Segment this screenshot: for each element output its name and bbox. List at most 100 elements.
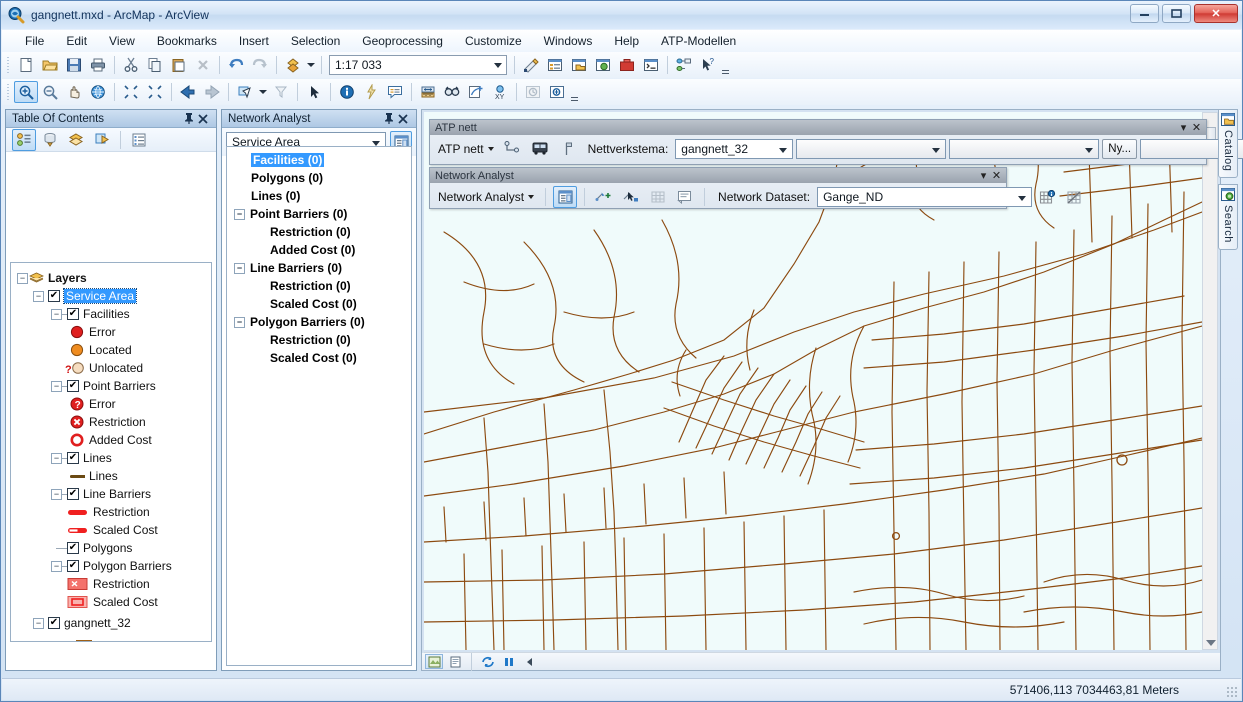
resize-grip-icon[interactable] bbox=[1226, 686, 1238, 698]
na-item-polygons[interactable]: Polygons (0) bbox=[229, 169, 409, 187]
select-network-location-icon[interactable] bbox=[619, 186, 643, 208]
zoom-out-icon[interactable] bbox=[38, 81, 62, 103]
pause-icon[interactable] bbox=[500, 654, 518, 669]
find-icon[interactable] bbox=[440, 81, 464, 103]
network-dataset-combo[interactable]: Gange_ND bbox=[817, 187, 1033, 207]
atp-nett-toolbar-header[interactable]: ATP nett ▾ ✕ bbox=[430, 120, 1206, 135]
menu-item-atp-modellen[interactable]: ATP-Modellen bbox=[650, 31, 747, 51]
toc-item-lb-restriction[interactable]: Restriction bbox=[13, 503, 209, 521]
time-slider-icon[interactable] bbox=[521, 81, 545, 103]
network-analyst-class-list[interactable]: Facilities (0) Polygons (0) Lines (0) − … bbox=[226, 146, 412, 666]
chevron-down-icon[interactable] bbox=[487, 147, 494, 151]
model-builder-icon[interactable] bbox=[672, 54, 696, 76]
chevron-down-icon[interactable] bbox=[932, 148, 941, 153]
menu-item-bookmarks[interactable]: Bookmarks bbox=[146, 31, 228, 51]
network-node-icon[interactable] bbox=[501, 138, 525, 160]
chevron-down-icon[interactable] bbox=[494, 63, 502, 68]
toc-item-lines-symbol[interactable]: Lines bbox=[13, 467, 209, 485]
na-item-pb-added-cost[interactable]: Added Cost (0) bbox=[229, 241, 409, 259]
directions-window-icon[interactable] bbox=[673, 186, 697, 208]
toc-checkbox-lines[interactable]: ✔ bbox=[67, 452, 79, 464]
editor-toolbar-icon[interactable] bbox=[519, 54, 543, 76]
save-icon[interactable] bbox=[62, 54, 86, 76]
menu-item-customize[interactable]: Customize bbox=[454, 31, 533, 51]
na-item-line-barriers[interactable]: − Line Barriers (0) bbox=[229, 259, 409, 277]
expander-icon[interactable]: − bbox=[33, 290, 44, 302]
toc-item-gangnett32[interactable]: − ✔ gangnett_32 bbox=[13, 614, 209, 632]
toc-item-gb-restriction[interactable]: Restriction bbox=[13, 575, 209, 593]
toc-item-layers[interactable]: − Layers bbox=[13, 269, 209, 287]
copy-icon[interactable] bbox=[143, 54, 167, 76]
toc-checkbox-service-area[interactable]: ✔ bbox=[48, 290, 60, 302]
network-analyst-window-icon[interactable] bbox=[553, 186, 578, 208]
menu-item-view[interactable]: View bbox=[98, 31, 146, 51]
chevron-down-icon[interactable] bbox=[1018, 196, 1027, 201]
layout-view-icon[interactable] bbox=[446, 654, 464, 669]
python-window-icon[interactable] bbox=[639, 54, 663, 76]
toc-checkbox-point-barriers[interactable]: ✔ bbox=[67, 380, 79, 392]
select-elements-icon[interactable] bbox=[302, 81, 326, 103]
toolbar-grip[interactable] bbox=[5, 82, 12, 102]
chevron-down-icon[interactable]: ▾ bbox=[977, 169, 990, 182]
menu-item-help[interactable]: Help bbox=[603, 31, 650, 51]
toc-checkbox-line-barriers[interactable]: ✔ bbox=[67, 488, 79, 500]
bus-icon[interactable] bbox=[528, 138, 552, 160]
search-window-icon[interactable] bbox=[591, 54, 615, 76]
create-network-location-icon[interactable] bbox=[592, 186, 616, 208]
add-data-dropdown-arrow[interactable] bbox=[305, 54, 317, 76]
toc-item-line-barriers[interactable]: − ✔ Line Barriers bbox=[13, 485, 209, 503]
help-pointer-icon[interactable]: ? bbox=[696, 54, 720, 76]
chevron-down-icon[interactable] bbox=[1085, 148, 1094, 153]
arctoolbox-icon[interactable] bbox=[615, 54, 639, 76]
refresh-icon[interactable] bbox=[479, 654, 497, 669]
toc-item-facilities-unlocated[interactable]: ? Unlocated bbox=[13, 359, 209, 377]
atp-combo-2[interactable] bbox=[796, 139, 947, 159]
expander-icon[interactable]: − bbox=[51, 560, 62, 572]
expander-icon[interactable]: − bbox=[51, 308, 62, 320]
html-popup-icon[interactable] bbox=[383, 81, 407, 103]
menu-item-file[interactable]: File bbox=[14, 31, 55, 51]
menu-item-windows[interactable]: Windows bbox=[533, 31, 604, 51]
close-icon[interactable]: ✕ bbox=[990, 169, 1003, 182]
redo-icon[interactable] bbox=[248, 54, 272, 76]
expander-icon[interactable]: − bbox=[51, 452, 62, 464]
toc-checkbox-polygons[interactable]: ✔ bbox=[67, 542, 79, 554]
build-entire-network-icon[interactable] bbox=[646, 186, 670, 208]
network-identify-icon[interactable] bbox=[1035, 186, 1059, 208]
stop-flag-icon[interactable] bbox=[555, 138, 579, 160]
scale-combo[interactable]: 1:17 033 bbox=[329, 55, 507, 75]
chevron-down-icon[interactable] bbox=[779, 148, 788, 153]
list-by-selection-icon[interactable] bbox=[90, 129, 114, 151]
undo-icon[interactable] bbox=[224, 54, 248, 76]
toc-item-pb-error[interactable]: ? Error bbox=[13, 395, 209, 413]
list-by-drawing-order-icon[interactable] bbox=[12, 128, 36, 151]
zoom-in-icon[interactable] bbox=[14, 81, 38, 103]
maximize-button[interactable] bbox=[1162, 4, 1191, 23]
toc-item-point-barriers[interactable]: − ✔ Point Barriers bbox=[13, 377, 209, 395]
na-item-polygon-barriers[interactable]: − Polygon Barriers (0) bbox=[229, 313, 409, 331]
options-icon[interactable] bbox=[127, 129, 151, 151]
open-folder-icon[interactable] bbox=[38, 54, 62, 76]
na-label-facilities[interactable]: Facilities (0) bbox=[251, 153, 325, 167]
pin-icon[interactable] bbox=[184, 113, 198, 124]
atp-combo-3[interactable] bbox=[949, 139, 1100, 159]
cut-icon[interactable] bbox=[119, 54, 143, 76]
expander-icon[interactable]: − bbox=[33, 617, 44, 629]
go-to-xy-icon[interactable]: XY bbox=[488, 81, 512, 103]
toc-item-facilities-error[interactable]: Error bbox=[13, 323, 209, 341]
catalog-icon[interactable] bbox=[567, 54, 591, 76]
menu-item-edit[interactable]: Edit bbox=[55, 31, 98, 51]
toc-checkbox-gangnett32[interactable]: ✔ bbox=[48, 617, 60, 629]
full-extent-icon[interactable] bbox=[86, 81, 110, 103]
print-icon[interactable] bbox=[86, 54, 110, 76]
na-item-gb-restriction[interactable]: Restriction (0) bbox=[229, 331, 409, 349]
na-item-point-barriers[interactable]: − Point Barriers (0) bbox=[229, 205, 409, 223]
network-analyst-toolbar-header[interactable]: Network Analyst ▾ ✕ bbox=[430, 168, 1006, 183]
na-item-facilities[interactable]: Facilities (0) bbox=[229, 151, 409, 169]
clear-selection-icon[interactable] bbox=[269, 81, 293, 103]
select-features-icon[interactable] bbox=[233, 81, 257, 103]
toc-item-service-area[interactable]: − ✔ Service Area bbox=[13, 287, 209, 305]
toc-checkbox-polygon-barriers[interactable]: ✔ bbox=[67, 560, 79, 572]
map-vertical-scrollbar[interactable] bbox=[1202, 112, 1218, 650]
nettverkstema-combo[interactable]: gangnett_32 bbox=[675, 139, 794, 159]
